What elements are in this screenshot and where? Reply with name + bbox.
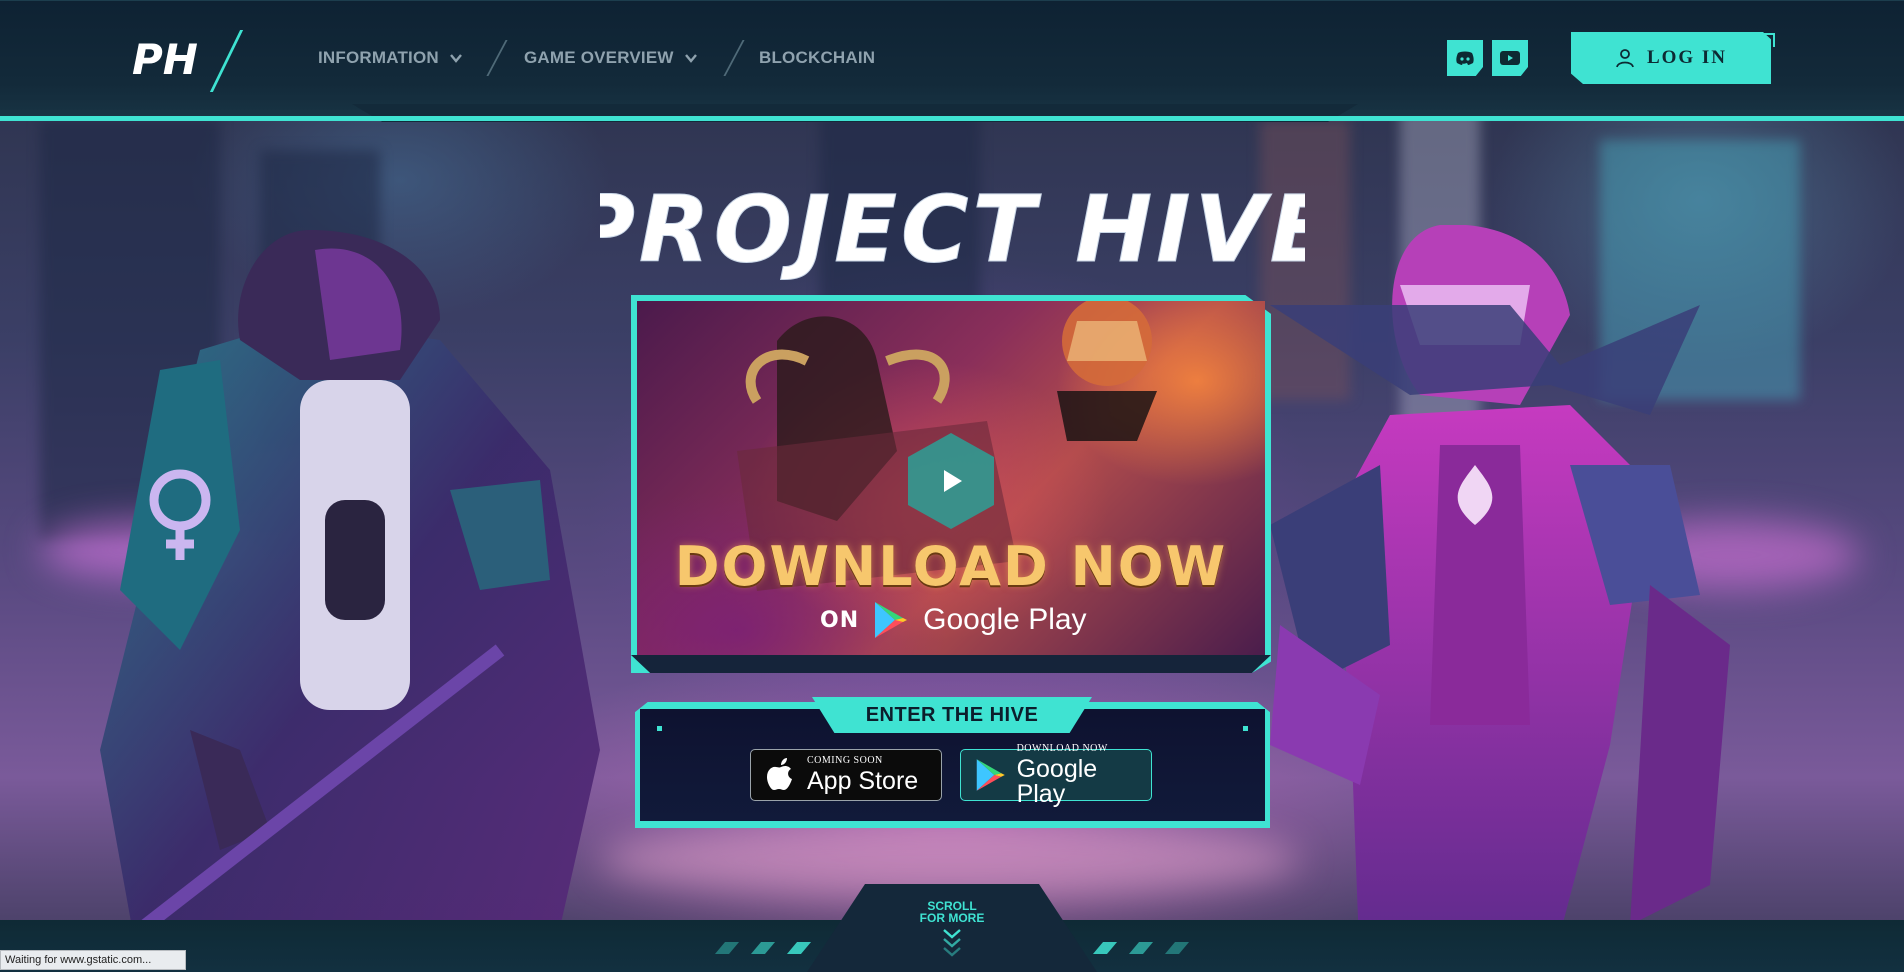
chevrons-down-icon (943, 929, 961, 957)
app-store-big-label: App Store (807, 767, 919, 795)
discord-button[interactable] (1447, 40, 1483, 76)
discord-icon (1456, 51, 1474, 65)
project-hive-title: PROJECT HIVE (600, 176, 1305, 284)
chevron-down-icon (449, 54, 462, 63)
header-accent-line (0, 116, 1904, 121)
apple-icon (767, 758, 792, 790)
project-hive-logo[interactable]: PH (130, 30, 200, 86)
panel-dot (1243, 726, 1248, 731)
login-button[interactable]: LOG IN (1571, 32, 1771, 84)
login-label: LOG IN (1646, 47, 1728, 68)
scroll-line-2: FOR MORE (919, 911, 985, 925)
video-store-label: Google Play (923, 603, 1087, 636)
google-play-small-label: DOWNLOAD NOW (1016, 742, 1108, 754)
video-headline: DOWNLOAD NOW (674, 535, 1228, 598)
google-play-button[interactable]: DOWNLOAD NOW Google Play (960, 743, 1152, 806)
google-play-big-label: Google Play (1016, 754, 1098, 808)
nav-blockchain-label: BLOCKCHAIN (759, 48, 876, 67)
scroll-for-more-text: SCROLL FOR MORE (900, 900, 1004, 924)
svg-text:PH: PH (132, 35, 198, 84)
app-store-button[interactable]: COMING SOON App Store (750, 749, 942, 801)
video-on-label: ON (820, 607, 860, 633)
svg-text:PROJECT HIVE: PROJECT HIVE (600, 176, 1305, 283)
video-store-line: ON Google Play (820, 600, 1087, 640)
browser-status-bar: Waiting for www.gstatic.com... (0, 950, 186, 970)
google-play-icon (875, 602, 908, 638)
nav-game-overview[interactable]: GAME OVERVIEW (524, 47, 698, 69)
play-icon (944, 470, 962, 492)
nav-information[interactable]: INFORMATION (318, 47, 463, 69)
right-character-image (1270, 225, 1730, 972)
app-store-text: COMING SOON App Store (807, 756, 918, 794)
nav-game-overview-label: GAME OVERVIEW (524, 48, 674, 67)
login-corner-decoration (1761, 33, 1775, 47)
nav-blockchain[interactable]: BLOCKCHAIN (759, 47, 875, 69)
enter-hive-label: ENTER THE HIVE (812, 697, 1092, 733)
youtube-icon (1500, 51, 1520, 65)
video-frame-bottom (631, 655, 1271, 673)
google-play-icon (976, 759, 1005, 791)
nav-information-label: INFORMATION (318, 48, 439, 67)
chevron-down-icon (684, 54, 697, 63)
left-character-image (100, 230, 600, 972)
google-play-text: DOWNLOAD NOW Google Play (1016, 742, 1151, 808)
youtube-button[interactable] (1492, 40, 1528, 76)
app-store-small-label: COMING SOON (807, 755, 883, 766)
panel-dot (657, 726, 662, 731)
user-icon (1616, 49, 1634, 68)
